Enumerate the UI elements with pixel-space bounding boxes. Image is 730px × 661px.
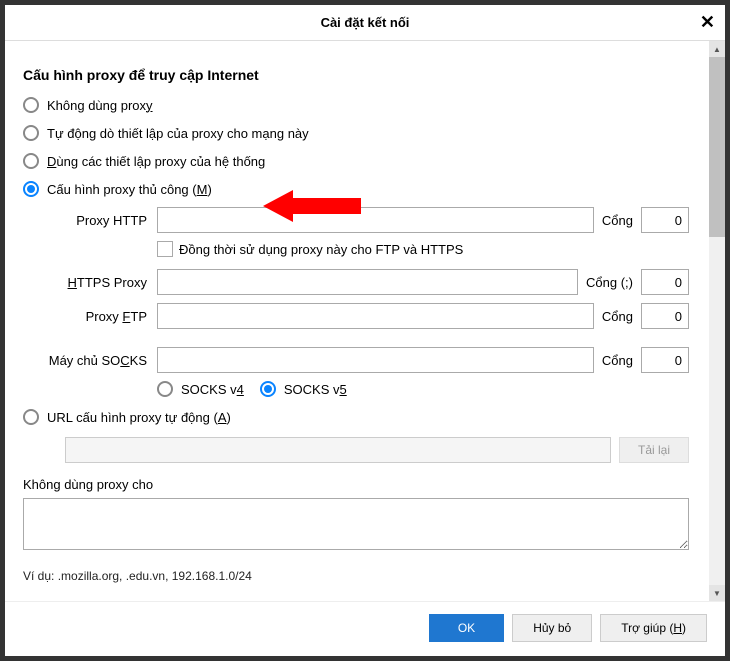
socks5-label: SOCKS v5 <box>284 382 347 397</box>
radio-label: Dùng các thiết lập proxy của hệ thống <box>47 154 265 169</box>
socks-version-row: SOCKS v4 SOCKS v5 <box>157 381 689 397</box>
https-port-input[interactable] <box>641 269 689 295</box>
http-label: Proxy HTTP <box>23 213 151 228</box>
scroll-up-icon[interactable]: ▲ <box>709 41 725 57</box>
radio-icon <box>23 181 39 197</box>
radio-icon <box>23 409 39 425</box>
radio-label: URL cấu hình proxy tự động (A) <box>47 410 231 425</box>
cancel-button[interactable]: Hủy bỏ <box>512 614 592 642</box>
port-label: Cổng <box>600 213 635 228</box>
socks-port-input[interactable] <box>641 347 689 373</box>
no-proxy-input[interactable] <box>23 498 689 550</box>
radio-no-proxy[interactable]: Không dùng proxy <box>23 97 689 113</box>
radio-icon <box>23 97 39 113</box>
dialog: Cài đặt kết nối ✕ ▲ ▼ Cấu hình proxy để … <box>4 4 726 657</box>
ok-button[interactable]: OK <box>429 614 504 642</box>
content-area: ▲ ▼ Cấu hình proxy để truy cập Internet … <box>5 41 725 601</box>
http-proxy-row: Proxy HTTP Cổng <box>23 207 689 233</box>
radio-pac-url[interactable]: URL cấu hình proxy tự động (A) <box>23 409 689 425</box>
use-for-all-checkbox[interactable] <box>157 241 173 257</box>
socks5-radio[interactable] <box>260 381 276 397</box>
pac-url-row: Tải lại <box>65 437 689 463</box>
radio-label: Tự động dò thiết lập của proxy cho mạng … <box>47 126 309 141</box>
https-label: HTTPS Proxy <box>23 275 151 290</box>
scrollbar[interactable]: ▲ ▼ <box>709 41 725 601</box>
example-text: Ví dụ: .mozilla.org, .edu.vn, 192.168.1.… <box>23 569 689 583</box>
radio-auto-detect[interactable]: Tự động dò thiết lập của proxy cho mạng … <box>23 125 689 141</box>
scroll-thumb[interactable] <box>709 57 725 237</box>
use-for-all-label: Đồng thời sử dụng proxy này cho FTP và H… <box>179 242 463 257</box>
http-proxy-input[interactable] <box>157 207 594 233</box>
dialog-title: Cài đặt kết nối <box>321 15 410 30</box>
radio-icon <box>23 125 39 141</box>
ftp-proxy-row: Proxy FTP Cổng <box>23 303 689 329</box>
radio-system-proxy[interactable]: Dùng các thiết lập proxy của hệ thống <box>23 153 689 169</box>
socks4-radio[interactable] <box>157 381 173 397</box>
radio-label: Không dùng proxy <box>47 98 153 113</box>
https-proxy-input[interactable] <box>157 269 578 295</box>
ftp-proxy-input[interactable] <box>157 303 594 329</box>
socks-label: Máy chủ SOCKS <box>23 353 151 368</box>
no-proxy-label: Không dùng proxy cho <box>23 477 689 492</box>
port-label: Cổng (;) <box>584 275 635 290</box>
use-for-all-row: Đồng thời sử dụng proxy này cho FTP và H… <box>23 241 689 257</box>
socks-proxy-input[interactable] <box>157 347 594 373</box>
http-port-input[interactable] <box>641 207 689 233</box>
radio-manual-proxy[interactable]: Cấu hình proxy thủ công (M) <box>23 181 689 197</box>
titlebar: Cài đặt kết nối ✕ <box>5 5 725 41</box>
port-label: Cổng <box>600 309 635 324</box>
port-label: Cổng <box>600 353 635 368</box>
https-proxy-row: HTTPS Proxy Cổng (;) <box>23 269 689 295</box>
socks-proxy-row: Máy chủ SOCKS Cổng <box>23 347 689 373</box>
radio-label: Cấu hình proxy thủ công (M) <box>47 182 212 197</box>
socks4-label: SOCKS v4 <box>181 382 244 397</box>
button-bar: OK Hủy bỏ Trợ giúp (H) <box>5 601 725 654</box>
reload-button: Tải lại <box>619 437 689 463</box>
scroll-down-icon[interactable]: ▼ <box>709 585 725 601</box>
pac-url-input <box>65 437 611 463</box>
ftp-label: Proxy FTP <box>23 309 151 324</box>
radio-icon <box>23 153 39 169</box>
help-button[interactable]: Trợ giúp (H) <box>600 614 707 642</box>
close-icon[interactable]: ✕ <box>700 13 715 31</box>
section-heading: Cấu hình proxy để truy cập Internet <box>23 67 689 83</box>
ftp-port-input[interactable] <box>641 303 689 329</box>
